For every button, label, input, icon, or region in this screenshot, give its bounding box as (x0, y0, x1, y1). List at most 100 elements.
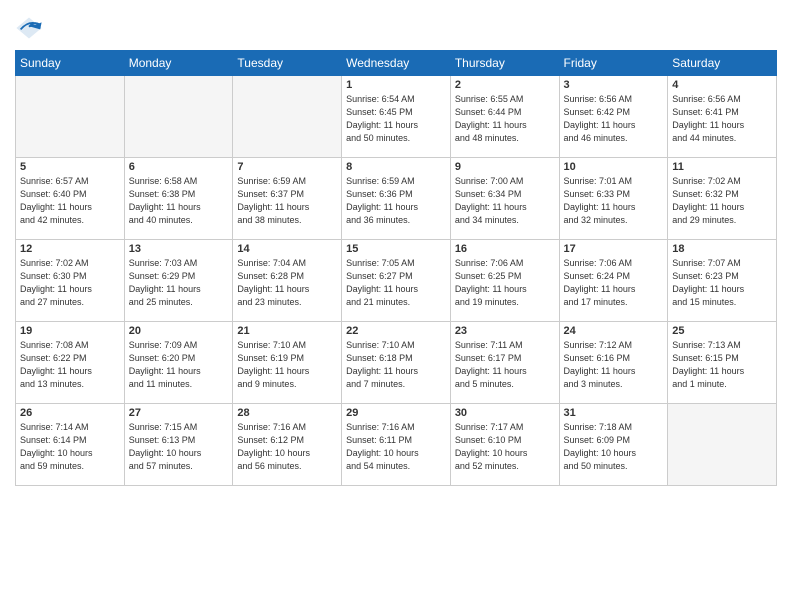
day-info: Sunrise: 7:01 AM Sunset: 6:33 PM Dayligh… (564, 175, 664, 227)
day-info: Sunrise: 7:11 AM Sunset: 6:17 PM Dayligh… (455, 339, 555, 391)
day-info: Sunrise: 6:58 AM Sunset: 6:38 PM Dayligh… (129, 175, 229, 227)
day-number: 1 (346, 79, 446, 91)
calendar-cell: 24Sunrise: 7:12 AM Sunset: 6:16 PM Dayli… (559, 322, 668, 404)
day-number: 30 (455, 407, 555, 419)
day-number: 9 (455, 161, 555, 173)
weekday-header-monday: Monday (124, 51, 233, 76)
day-number: 5 (20, 161, 120, 173)
calendar-cell (233, 76, 342, 158)
page: SundayMondayTuesdayWednesdayThursdayFrid… (0, 0, 792, 612)
day-info: Sunrise: 6:57 AM Sunset: 6:40 PM Dayligh… (20, 175, 120, 227)
calendar-cell: 23 Sunrise: 7:11 AM Sunset: 6:17 PM Dayli… (450, 322, 559, 404)
day-info: Sunrise: 7:13 AM Sunset: 6:15 PM Dayligh… (672, 339, 772, 391)
day-number: 15 (346, 243, 446, 255)
calendar-cell: 30 Sunrise: 7:17 AM Sunset: 6:10 PM Dayli… (450, 404, 559, 486)
week-row-4: 26Sunrise: 7:14 AM Sunset: 6:14 PM Dayli… (16, 404, 777, 486)
weekday-header-sunday: Sunday (16, 51, 125, 76)
day-info: Sunrise: 7:12 AM Sunset: 6:16 PM Dayligh… (564, 339, 664, 391)
day-number: 11 (672, 161, 772, 173)
day-info: Sunrise: 6:56 AM Sunset: 6:42 PM Dayligh… (564, 93, 664, 145)
day-number: 14 (237, 243, 337, 255)
calendar-cell: 27 Sunrise: 7:15 AM Sunset: 6:13 PM Dayli… (124, 404, 233, 486)
day-number: 10 (564, 161, 664, 173)
day-number: 18 (672, 243, 772, 255)
day-number: 4 (672, 79, 772, 91)
calendar-cell: 6 Sunrise: 6:58 AM Sunset: 6:38 PM Daylig… (124, 158, 233, 240)
day-info: Sunrise: 6:55 AM Sunset: 6:44 PM Dayligh… (455, 93, 555, 145)
calendar-cell: 31Sunrise: 7:18 AM Sunset: 6:09 PM Dayli… (559, 404, 668, 486)
day-info: Sunrise: 7:08 AM Sunset: 6:22 PM Dayligh… (20, 339, 120, 391)
calendar-cell: 1 Sunrise: 6:54 AM Sunset: 6:45 PM Daylig… (342, 76, 451, 158)
calendar-cell: 25 Sunrise: 7:13 AM Sunset: 6:15 PM Dayli… (668, 322, 777, 404)
day-info: Sunrise: 7:02 AM Sunset: 6:32 PM Dayligh… (672, 175, 772, 227)
day-number: 28 (237, 407, 337, 419)
logo-icon (15, 14, 43, 42)
day-info: Sunrise: 7:09 AM Sunset: 6:20 PM Dayligh… (129, 339, 229, 391)
day-number: 6 (129, 161, 229, 173)
day-number: 13 (129, 243, 229, 255)
day-info: Sunrise: 6:59 AM Sunset: 6:36 PM Dayligh… (346, 175, 446, 227)
day-info: Sunrise: 6:54 AM Sunset: 6:45 PM Dayligh… (346, 93, 446, 145)
calendar-cell: 5 Sunrise: 6:57 AM Sunset: 6:40 PM Daylig… (16, 158, 125, 240)
calendar-cell: 19 Sunrise: 7:08 AM Sunset: 6:22 PM Dayli… (16, 322, 125, 404)
day-number: 25 (672, 325, 772, 337)
day-info: Sunrise: 7:07 AM Sunset: 6:23 PM Dayligh… (672, 257, 772, 309)
day-number: 27 (129, 407, 229, 419)
calendar-table: SundayMondayTuesdayWednesdayThursdayFrid… (15, 50, 777, 486)
week-row-1: 5 Sunrise: 6:57 AM Sunset: 6:40 PM Daylig… (16, 158, 777, 240)
day-number: 19 (20, 325, 120, 337)
logo (15, 14, 45, 42)
day-info: Sunrise: 7:17 AM Sunset: 6:10 PM Dayligh… (455, 421, 555, 473)
day-info: Sunrise: 6:56 AM Sunset: 6:41 PM Dayligh… (672, 93, 772, 145)
calendar-cell: 2Sunrise: 6:55 AM Sunset: 6:44 PM Daylig… (450, 76, 559, 158)
weekday-header-saturday: Saturday (668, 51, 777, 76)
day-info: Sunrise: 7:14 AM Sunset: 6:14 PM Dayligh… (20, 421, 120, 473)
calendar-cell: 10 Sunrise: 7:01 AM Sunset: 6:33 PM Dayli… (559, 158, 668, 240)
calendar-cell: 16Sunrise: 7:06 AM Sunset: 6:25 PM Dayli… (450, 240, 559, 322)
calendar-cell (124, 76, 233, 158)
day-number: 3 (564, 79, 664, 91)
day-info: Sunrise: 7:10 AM Sunset: 6:19 PM Dayligh… (237, 339, 337, 391)
day-number: 8 (346, 161, 446, 173)
day-info: Sunrise: 7:15 AM Sunset: 6:13 PM Dayligh… (129, 421, 229, 473)
day-info: Sunrise: 7:18 AM Sunset: 6:09 PM Dayligh… (564, 421, 664, 473)
day-info: Sunrise: 7:16 AM Sunset: 6:12 PM Dayligh… (237, 421, 337, 473)
week-row-3: 19 Sunrise: 7:08 AM Sunset: 6:22 PM Dayli… (16, 322, 777, 404)
calendar-cell: 3 Sunrise: 6:56 AM Sunset: 6:42 PM Daylig… (559, 76, 668, 158)
weekday-header-friday: Friday (559, 51, 668, 76)
week-row-0: 1 Sunrise: 6:54 AM Sunset: 6:45 PM Daylig… (16, 76, 777, 158)
day-number: 22 (346, 325, 446, 337)
calendar-cell: 14 Sunrise: 7:04 AM Sunset: 6:28 PM Dayli… (233, 240, 342, 322)
calendar-cell (16, 76, 125, 158)
calendar-cell: 12Sunrise: 7:02 AM Sunset: 6:30 PM Dayli… (16, 240, 125, 322)
day-number: 21 (237, 325, 337, 337)
calendar-cell: 17 Sunrise: 7:06 AM Sunset: 6:24 PM Dayli… (559, 240, 668, 322)
calendar-cell: 26Sunrise: 7:14 AM Sunset: 6:14 PM Dayli… (16, 404, 125, 486)
calendar-cell: 22Sunrise: 7:10 AM Sunset: 6:18 PM Dayli… (342, 322, 451, 404)
calendar-cell: 11 Sunrise: 7:02 AM Sunset: 6:32 PM Dayli… (668, 158, 777, 240)
week-row-2: 12Sunrise: 7:02 AM Sunset: 6:30 PM Dayli… (16, 240, 777, 322)
day-info: Sunrise: 7:03 AM Sunset: 6:29 PM Dayligh… (129, 257, 229, 309)
day-number: 17 (564, 243, 664, 255)
day-info: Sunrise: 7:05 AM Sunset: 6:27 PM Dayligh… (346, 257, 446, 309)
day-info: Sunrise: 6:59 AM Sunset: 6:37 PM Dayligh… (237, 175, 337, 227)
weekday-header-row: SundayMondayTuesdayWednesdayThursdayFrid… (16, 51, 777, 76)
calendar-cell (668, 404, 777, 486)
day-number: 12 (20, 243, 120, 255)
day-info: Sunrise: 7:04 AM Sunset: 6:28 PM Dayligh… (237, 257, 337, 309)
day-number: 23 (455, 325, 555, 337)
day-info: Sunrise: 7:16 AM Sunset: 6:11 PM Dayligh… (346, 421, 446, 473)
calendar-cell: 29 Sunrise: 7:16 AM Sunset: 6:11 PM Dayli… (342, 404, 451, 486)
day-number: 20 (129, 325, 229, 337)
calendar-cell: 28 Sunrise: 7:16 AM Sunset: 6:12 PM Dayli… (233, 404, 342, 486)
day-info: Sunrise: 7:06 AM Sunset: 6:24 PM Dayligh… (564, 257, 664, 309)
calendar-cell: 21 Sunrise: 7:10 AM Sunset: 6:19 PM Dayli… (233, 322, 342, 404)
calendar-cell: 8 Sunrise: 6:59 AM Sunset: 6:36 PM Daylig… (342, 158, 451, 240)
day-info: Sunrise: 7:00 AM Sunset: 6:34 PM Dayligh… (455, 175, 555, 227)
header (15, 10, 777, 42)
calendar-cell: 18 Sunrise: 7:07 AM Sunset: 6:23 PM Dayli… (668, 240, 777, 322)
calendar-cell: 7Sunrise: 6:59 AM Sunset: 6:37 PM Daylig… (233, 158, 342, 240)
day-info: Sunrise: 7:06 AM Sunset: 6:25 PM Dayligh… (455, 257, 555, 309)
calendar-cell: 15 Sunrise: 7:05 AM Sunset: 6:27 PM Dayli… (342, 240, 451, 322)
day-number: 29 (346, 407, 446, 419)
